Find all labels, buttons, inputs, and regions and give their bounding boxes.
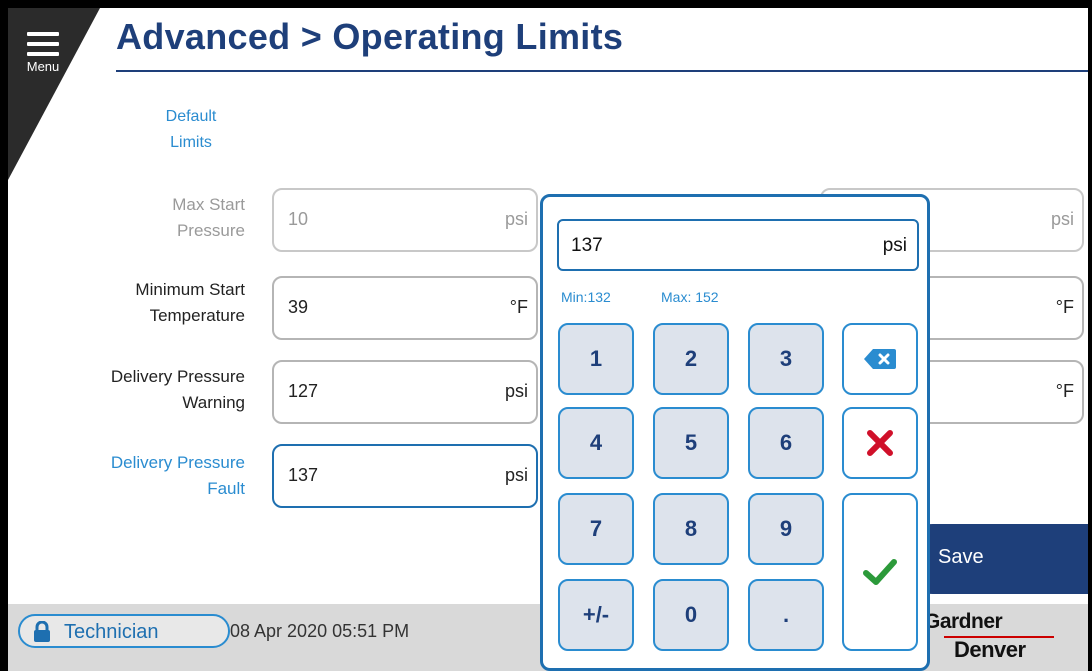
- title-divider: [116, 70, 1088, 72]
- label-line2: Pressure: [176, 221, 245, 240]
- max-start-pressure-field[interactable]: 10 psi: [272, 188, 538, 252]
- keypad-value: 137: [571, 235, 603, 256]
- checkmark-icon: [863, 559, 897, 585]
- max-start-pressure-label: Max Start Pressure: [45, 192, 245, 244]
- key-1[interactable]: 1: [558, 323, 634, 395]
- default-limits-line2: Limits: [170, 134, 212, 151]
- page-title: Advanced > Operating Limits: [116, 16, 624, 57]
- key-3[interactable]: 3: [748, 323, 824, 395]
- keypad-unit: psi: [882, 235, 907, 256]
- backspace-button[interactable]: [842, 323, 918, 395]
- field-unit: psi: [504, 381, 528, 401]
- menu-button[interactable]: Menu: [18, 20, 68, 90]
- label-line1: Delivery Pressure: [110, 453, 245, 472]
- field-value: 127: [288, 381, 319, 401]
- lock-icon: [34, 621, 50, 642]
- default-limits-button[interactable]: Default Limits: [146, 104, 236, 156]
- logo-line2: Denver: [954, 637, 1026, 662]
- label-line2: Fault: [207, 479, 245, 498]
- key-2[interactable]: 2: [653, 323, 729, 395]
- field-unit: °F: [509, 297, 528, 317]
- field-unit: psi: [504, 465, 528, 485]
- field-unit: °F: [1055, 381, 1074, 401]
- field-value: 137: [288, 465, 319, 485]
- logo-line1: Gardner: [924, 610, 1003, 633]
- screen: Menu Advanced > Operating Limits Default…: [8, 8, 1088, 671]
- label-line1: Delivery Pressure: [110, 367, 245, 386]
- label-line2: Warning: [182, 393, 245, 412]
- min-start-temperature-label: Minimum Start Temperature: [45, 277, 245, 329]
- backspace-icon: [864, 349, 896, 369]
- key-7[interactable]: 7: [558, 493, 634, 565]
- label-line1: Minimum Start: [135, 280, 245, 299]
- field-unit: °F: [1055, 297, 1074, 317]
- key-plus-minus[interactable]: +/-: [558, 579, 634, 651]
- field-unit: psi: [1050, 209, 1074, 229]
- numeric-keypad: 137 psi Min:132 Max: 152 1 2 3 4 5 6 7 8…: [540, 194, 930, 671]
- key-decimal[interactable]: .: [748, 579, 824, 651]
- keypad-display[interactable]: 137 psi: [557, 219, 919, 271]
- key-9[interactable]: 9: [748, 493, 824, 565]
- default-limits-line1: Default: [165, 108, 217, 125]
- save-label: Save: [938, 546, 984, 568]
- close-icon: [867, 430, 893, 456]
- hamburger-icon: [18, 20, 68, 56]
- cancel-button[interactable]: [842, 407, 918, 479]
- key-5[interactable]: 5: [653, 407, 729, 479]
- keypad-max-label: Max: 152: [661, 289, 719, 305]
- key-0[interactable]: 0: [653, 579, 729, 651]
- delivery-pressure-warning-field[interactable]: 127 psi: [272, 360, 538, 424]
- delivery-pressure-fault-label: Delivery Pressure Fault: [45, 450, 245, 502]
- min-start-temperature-field[interactable]: 39 °F: [272, 276, 538, 340]
- gardner-denver-logo: Gardner Denver: [924, 610, 1088, 666]
- field-value: 10: [288, 209, 309, 229]
- key-8[interactable]: 8: [653, 493, 729, 565]
- label-line2: Temperature: [149, 306, 245, 325]
- field-value: 39: [288, 297, 309, 317]
- confirm-button[interactable]: [842, 493, 918, 651]
- user-role-button[interactable]: Technician: [18, 614, 230, 648]
- user-role: Technician: [64, 621, 159, 643]
- key-4[interactable]: 4: [558, 407, 634, 479]
- delivery-pressure-fault-field[interactable]: 137 psi: [272, 444, 538, 508]
- key-6[interactable]: 6: [748, 407, 824, 479]
- label-line1: Max Start: [172, 195, 245, 214]
- menu-label: Menu: [26, 59, 60, 74]
- field-unit: psi: [504, 209, 528, 229]
- keypad-min-label: Min:132: [561, 289, 611, 305]
- datetime: 08 Apr 2020 05:51 PM: [230, 621, 410, 641]
- delivery-pressure-warning-label: Delivery Pressure Warning: [45, 364, 245, 416]
